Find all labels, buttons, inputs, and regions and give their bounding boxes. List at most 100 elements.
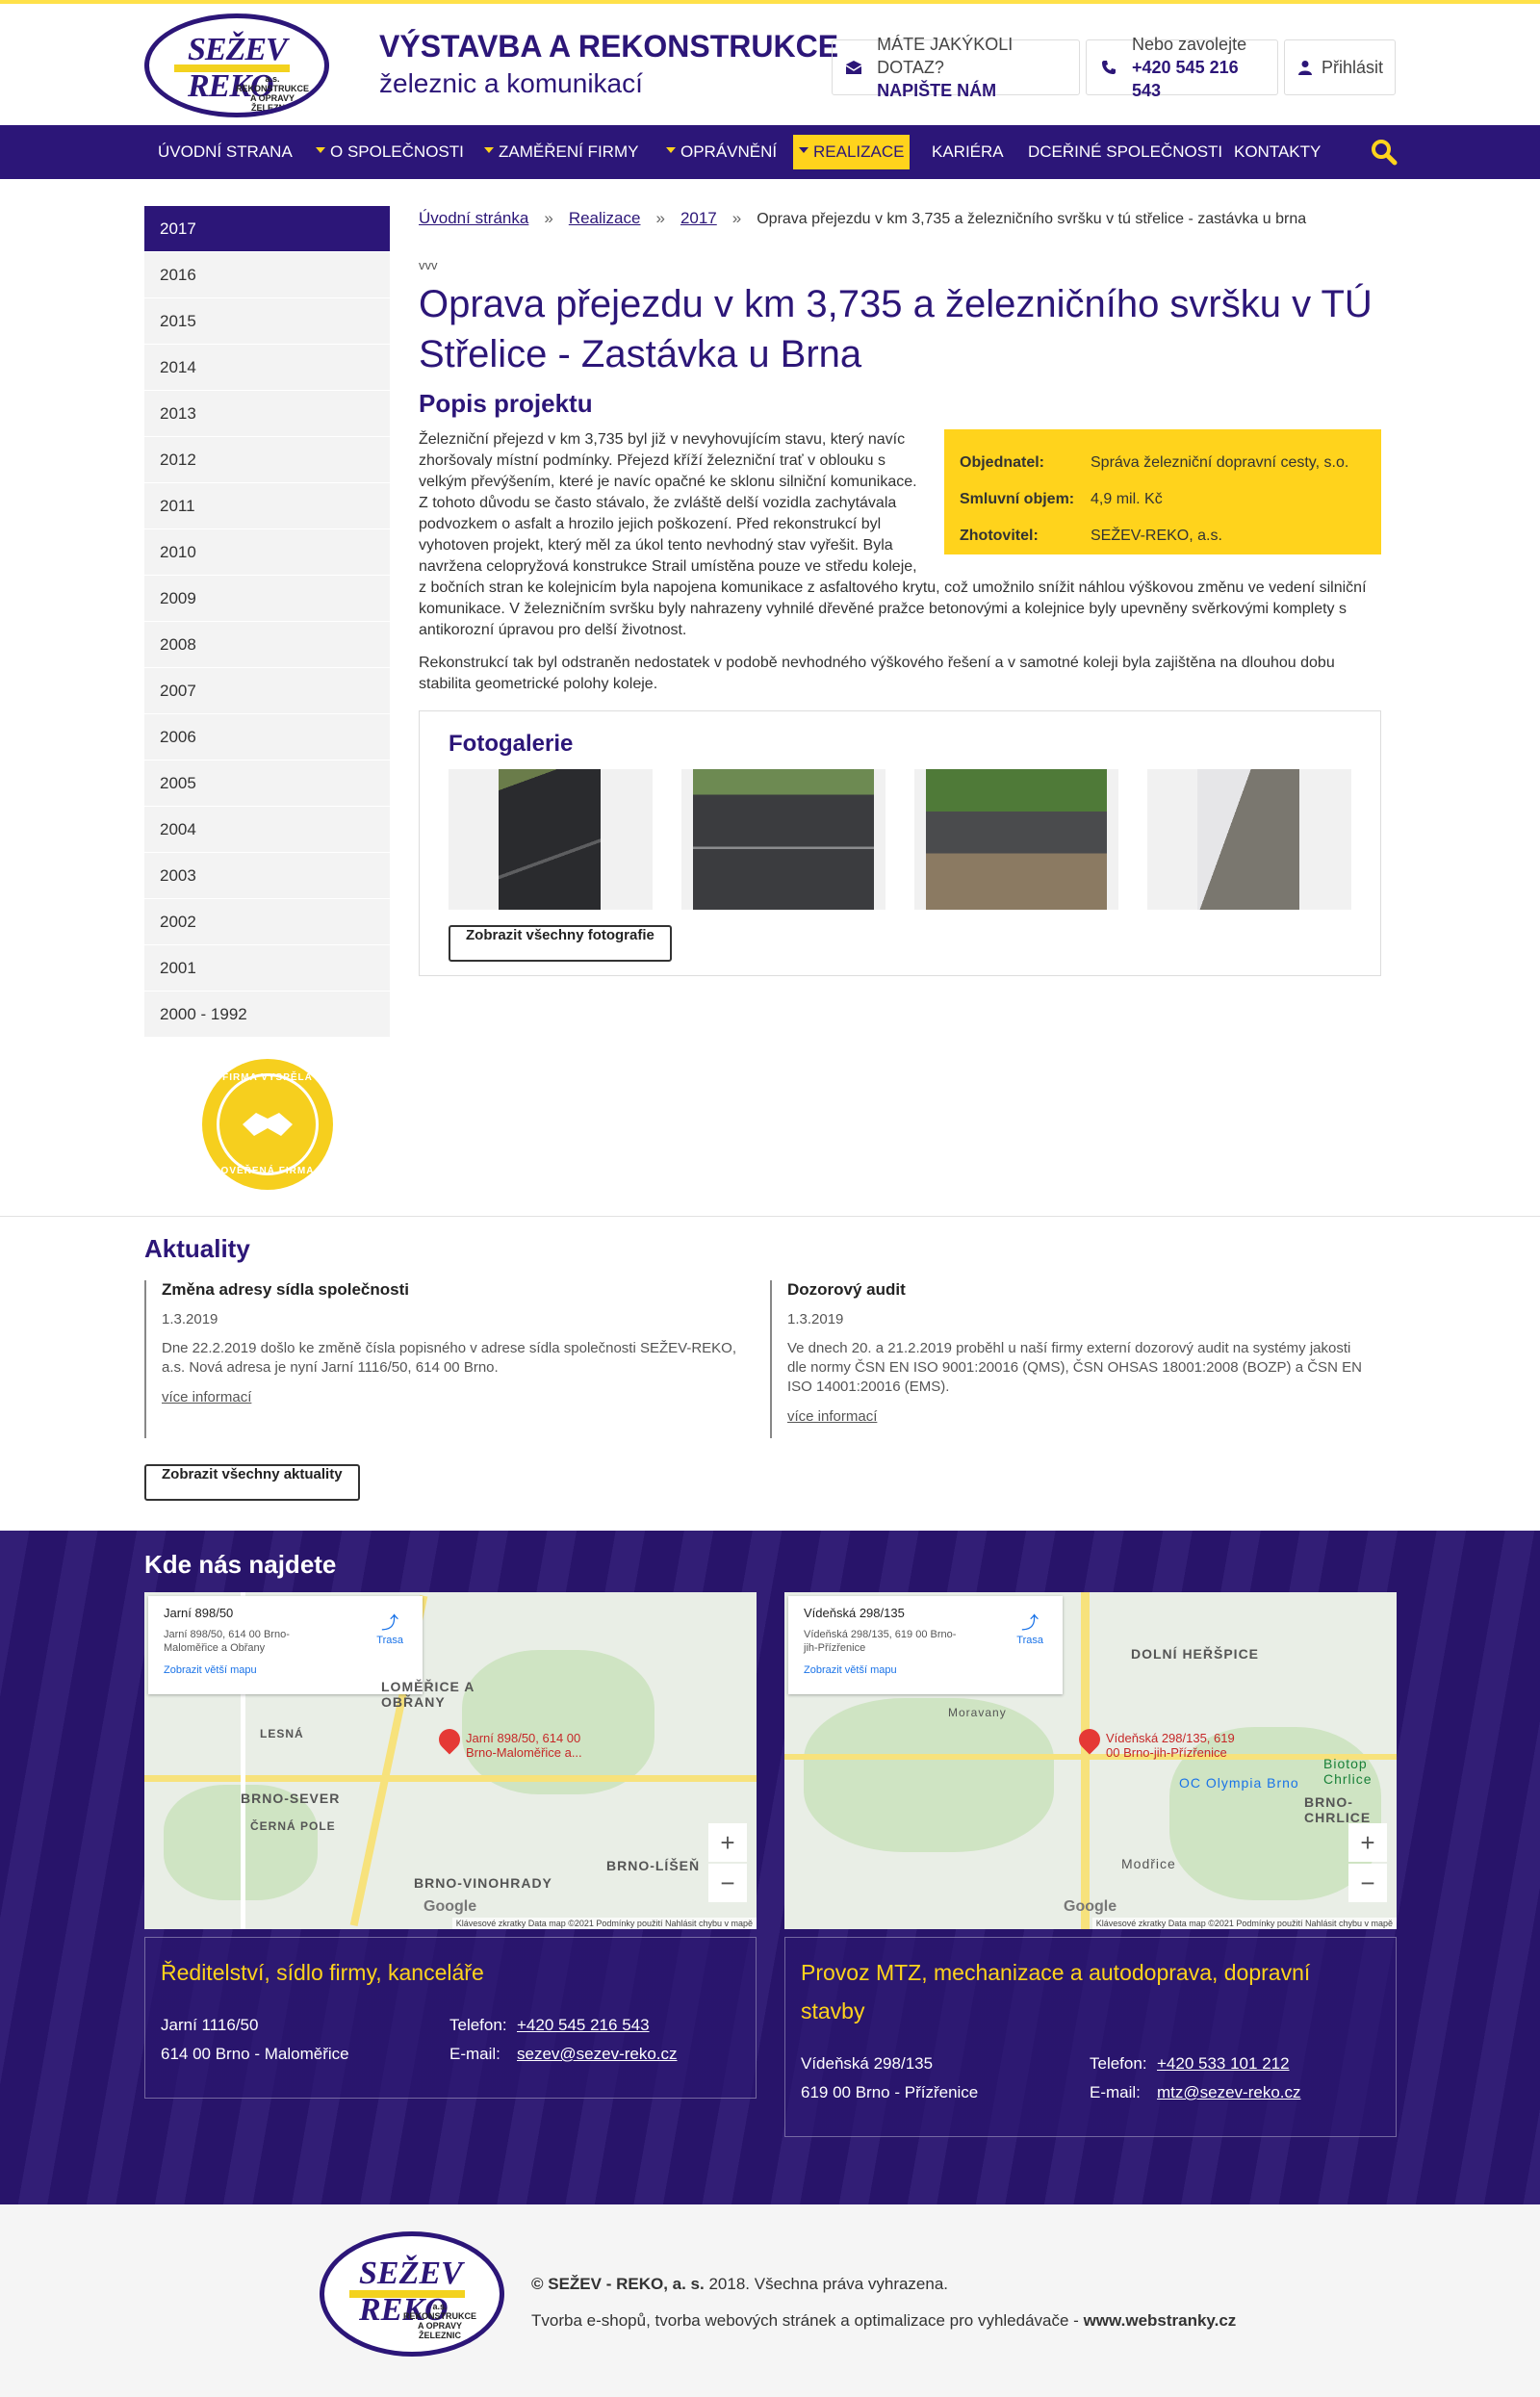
sidebar-year[interactable]: 2017: [144, 206, 390, 252]
copyright: © SEŽEV - REKO, a. s. 2018. Všechna práv…: [531, 2266, 1236, 2303]
sidebar-year[interactable]: 2001: [144, 945, 390, 992]
sidebar-year[interactable]: 2011: [144, 483, 390, 529]
office-title: Ředitelství, sídlo firmy, kanceláře: [161, 1960, 484, 1985]
news-item: Dozorový audit 1.3.2019 Ve dnech 20. a 2…: [770, 1280, 1367, 1438]
map-1[interactable]: Jarní 898/50 Jarní 898/50, 614 00 Brno-M…: [144, 1592, 757, 1929]
logo[interactable]: SEŽEV REKO a.s. REKONSTRUKCE A OPRAVY ŽE…: [144, 13, 329, 117]
sidebar-year[interactable]: 2009: [144, 576, 390, 622]
office-street: Jarní 1116/50: [161, 2016, 259, 2034]
breadcrumb-home[interactable]: Úvodní stránka: [419, 209, 528, 227]
handshake-icon: [217, 1073, 319, 1175]
nav-career[interactable]: KARIÉRA: [926, 135, 1010, 169]
map-card-title: Jarní 898/50: [164, 1606, 234, 1620]
breadcrumb: Úvodní stránka » Realizace » 2017 » Oprava pře…: [419, 206, 1381, 231]
news-more-link[interactable]: více informací: [787, 1408, 1367, 1425]
locations-title: Kde nás najdete: [144, 1550, 337, 1579]
map-larger-link[interactable]: Zobrazit větší mapu: [164, 1664, 407, 1676]
office-email-link[interactable]: mtz@sezev-reko.cz: [1157, 2083, 1301, 2101]
sidebar-year[interactable]: 2016: [144, 252, 390, 298]
office-phone-link[interactable]: +420 533 101 212: [1157, 2054, 1290, 2073]
nav-label: REALIZACE: [813, 142, 905, 161]
map-route-button[interactable]: ⤴ Trasa: [1016, 1610, 1043, 1646]
map-route-label: Trasa: [376, 1635, 403, 1646]
gallery-title: Fotogalerie: [449, 731, 574, 757]
zoom-out-button[interactable]: −: [708, 1864, 747, 1902]
breadcrumb-year[interactable]: 2017: [680, 209, 717, 227]
nav-focus[interactable]: ZAMĚŘENÍ FIRMY: [478, 135, 644, 169]
map-pin-icon[interactable]: [1074, 1724, 1105, 1755]
nav-projects[interactable]: REALIZACE: [793, 135, 911, 169]
gallery-photo[interactable]: [681, 769, 886, 910]
office-card: Ředitelství, sídlo firmy, kanceláře Jarn…: [144, 1937, 757, 2099]
sidebar-year[interactable]: 2013: [144, 391, 390, 437]
info-row: Smluvní objem: 4,9 mil. Kč: [960, 481, 1366, 518]
map-road: [144, 1775, 757, 1782]
sidebar-year[interactable]: 2003: [144, 853, 390, 899]
sidebar-year[interactable]: 2008: [144, 622, 390, 668]
phone-label: Telefon:: [1090, 2054, 1147, 2073]
login-button[interactable]: Přihlásit: [1284, 39, 1396, 95]
show-all-news-button[interactable]: Zobrazit všechny aktuality: [144, 1464, 360, 1501]
credit-link[interactable]: www.webstranky.cz: [1084, 2311, 1237, 2330]
nav-permits[interactable]: OPRÁVNĚNÍ: [660, 135, 783, 169]
map-label: BRNO-CHRLICE: [1304, 1794, 1372, 1825]
article-tag: vvv: [419, 258, 438, 272]
sidebar-year[interactable]: 2010: [144, 529, 390, 576]
contact-form-button[interactable]: MÁTE JAKÝKOLI DOTAZ? NAPIŠTE NÁM: [832, 35, 1080, 100]
map-road: [784, 1754, 1397, 1760]
sidebar-year[interactable]: 2014: [144, 345, 390, 391]
phone-label: Telefon:: [449, 2016, 507, 2034]
map-2[interactable]: Vídeňská 298/135 Vídeňská 298/135, 619 0…: [784, 1592, 1397, 1929]
call-button[interactable]: Nebo zavolejte +420 545 216 543: [1086, 35, 1278, 100]
breadcrumb-current: Oprava přejezdu v km 3,735 a železničníh…: [757, 211, 1307, 227]
photo-railway-track: [1197, 769, 1299, 910]
map-footer: Klávesové zkratky Data map ©2021 Podmínk…: [1091, 1918, 1397, 1929]
directions-icon: ⤴: [381, 1613, 399, 1633]
gallery-photo[interactable]: [449, 769, 653, 910]
map-larger-link[interactable]: Zobrazit větší mapu: [804, 1664, 1047, 1676]
call-number: +420 545 216 543: [1132, 58, 1239, 100]
office-phone-row: Telefon: +420 545 216 543: [449, 2011, 678, 2040]
year-sidebar: 2017 2016 2015 2014 2013 2012 2011 2010 …: [144, 206, 390, 1038]
news-item-text: Dne 22.2.2019 došlo ke změně čísla popis…: [162, 1340, 737, 1376]
nav-home[interactable]: ÚVODNÍ STRANA: [152, 135, 298, 169]
sidebar-year[interactable]: 2015: [144, 298, 390, 345]
user-icon: [1296, 57, 1314, 78]
credit: Tvorba e-shopů, tvorba webových stránek …: [531, 2303, 1236, 2339]
badge-bottom-text: OVĚŘENÁ FIRMA: [220, 1166, 315, 1176]
caret-down-icon: [666, 146, 676, 153]
info-key: Objednatel:: [960, 454, 1045, 471]
map-pin-icon[interactable]: [434, 1724, 465, 1755]
news-more-link[interactable]: více informací: [162, 1389, 741, 1405]
sidebar-year[interactable]: 2012: [144, 437, 390, 483]
sidebar-year[interactable]: 2002: [144, 899, 390, 945]
map-park: [462, 1650, 654, 1794]
office-email-link[interactable]: sezev@sezev-reko.cz: [517, 2045, 678, 2063]
login-label: Přihlásit: [1321, 58, 1383, 77]
gallery-photo[interactable]: [1147, 769, 1351, 910]
nav-about[interactable]: O SPOLEČNOSTI: [310, 135, 470, 169]
footer-logo[interactable]: SEŽEV REKO a.s. REKONSTRUKCE A OPRAVY ŽE…: [320, 2231, 504, 2357]
zoom-out-button[interactable]: −: [1348, 1864, 1387, 1902]
verified-company-badge: FIRMA VYSPĚLÁ OVĚŘENÁ FIRMA: [202, 1059, 333, 1190]
gallery-photo[interactable]: [914, 769, 1118, 910]
ask-action: NAPIŠTE NÁM: [877, 81, 997, 100]
sidebar-year[interactable]: 2007: [144, 668, 390, 714]
breadcrumb-projects[interactable]: Realizace: [569, 209, 641, 227]
zoom-in-button[interactable]: +: [708, 1823, 747, 1862]
zoom-in-button[interactable]: +: [1348, 1823, 1387, 1862]
sidebar-year[interactable]: 2004: [144, 807, 390, 853]
email-label: E-mail:: [1090, 2083, 1141, 2101]
sidebar-year[interactable]: 2006: [144, 714, 390, 760]
nav-contacts[interactable]: KONTAKTY: [1228, 135, 1326, 169]
sidebar-year[interactable]: 2000 - 1992: [144, 992, 390, 1038]
show-all-photos-button[interactable]: Zobrazit všechny fotografie: [449, 925, 672, 962]
office-phone-link[interactable]: +420 545 216 543: [517, 2016, 650, 2034]
directions-icon: ⤴: [1021, 1613, 1040, 1633]
nav-subsidiaries[interactable]: DCEŘINÉ SPOLEČNOSTI: [1022, 135, 1228, 169]
map-route-button[interactable]: ⤴ Trasa: [376, 1610, 403, 1646]
map-info-card: Vídeňská 298/135 Vídeňská 298/135, 619 0…: [788, 1596, 1063, 1694]
search-icon[interactable]: [1371, 139, 1398, 166]
sidebar-year[interactable]: 2005: [144, 760, 390, 807]
paragraph: Rekonstrukcí tak byl odstraněn nedostate…: [419, 655, 1335, 692]
